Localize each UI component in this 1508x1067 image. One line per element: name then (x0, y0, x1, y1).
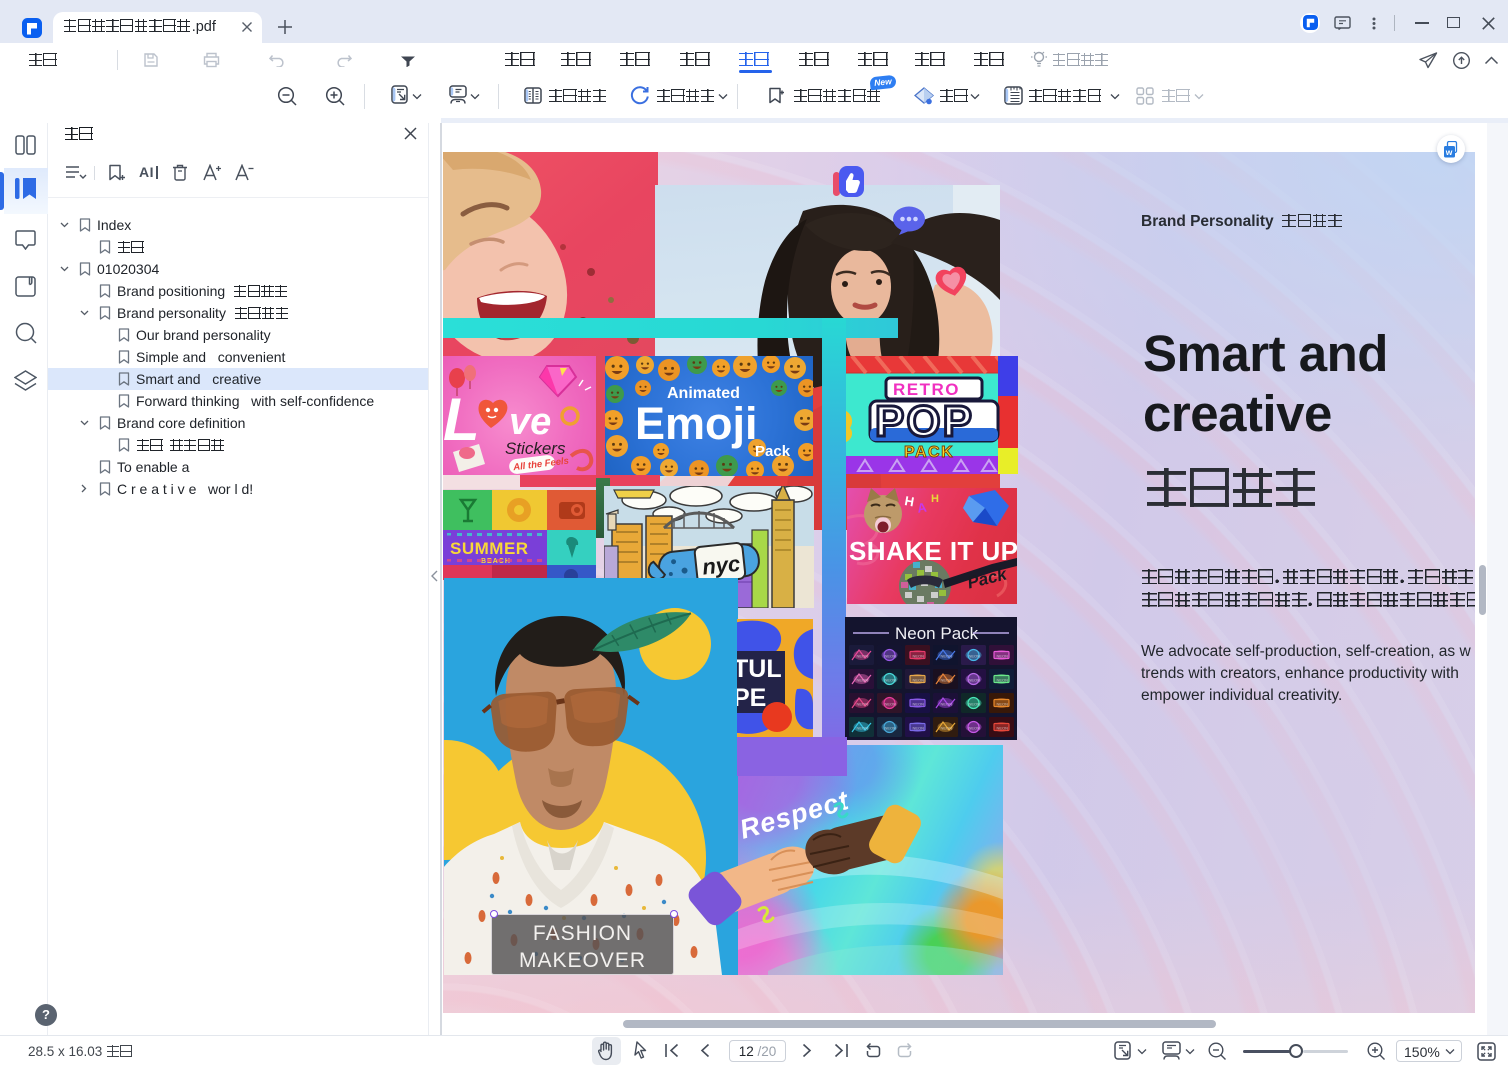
svg-text:NEON: NEON (913, 702, 925, 707)
svg-text:w: w (1445, 147, 1453, 157)
svg-text:NEON: NEON (969, 726, 981, 731)
svg-text:NEON: NEON (997, 702, 1009, 707)
svg-text:NEON: NEON (941, 654, 953, 659)
svg-text:POP: POP (875, 397, 974, 446)
svg-text:NEON: NEON (941, 726, 953, 731)
svg-text:NEON: NEON (941, 702, 953, 707)
svg-text:NEON: NEON (857, 726, 869, 731)
svg-text:A: A (916, 500, 928, 516)
svg-text:NEON: NEON (857, 702, 869, 707)
svg-text:TUL: TUL (737, 655, 782, 683)
svg-text:NEON: NEON (997, 654, 1009, 659)
svg-text:PACK: PACK (904, 444, 954, 461)
svg-text:NEON: NEON (857, 654, 869, 659)
svg-text:NEON: NEON (885, 726, 897, 731)
svg-text:Stickers: Stickers (505, 439, 566, 458)
svg-text:NEON: NEON (941, 678, 953, 683)
svg-text:SUMMER: SUMMER (450, 539, 529, 558)
svg-text:NEON: NEON (969, 702, 981, 707)
svg-text:NEON: NEON (885, 702, 897, 707)
svg-text:NEON: NEON (913, 654, 925, 659)
svg-text:Pack: Pack (755, 443, 791, 460)
svg-text:L: L (443, 386, 480, 453)
svg-text:PE: PE (737, 684, 766, 712)
svg-text:BEACH: BEACH (481, 558, 511, 565)
svg-text:H: H (904, 493, 916, 509)
svg-text:ve: ve (509, 401, 551, 443)
svg-text:NEON: NEON (913, 726, 925, 731)
svg-text:Neon Pack: Neon Pack (895, 624, 979, 643)
svg-text:NEON: NEON (857, 678, 869, 683)
svg-text:NEON: NEON (969, 654, 981, 659)
svg-text:NEON: NEON (969, 678, 981, 683)
svg-text:Emoji: Emoji (635, 398, 758, 449)
svg-text:NEON: NEON (885, 654, 897, 659)
svg-text:NEON: NEON (913, 678, 925, 683)
svg-text:NEON: NEON (997, 726, 1009, 731)
svg-text:NEON: NEON (997, 678, 1009, 683)
svg-text:H: H (931, 493, 939, 505)
svg-text:nyc: nyc (701, 551, 741, 580)
svg-text:NEON: NEON (885, 678, 897, 683)
